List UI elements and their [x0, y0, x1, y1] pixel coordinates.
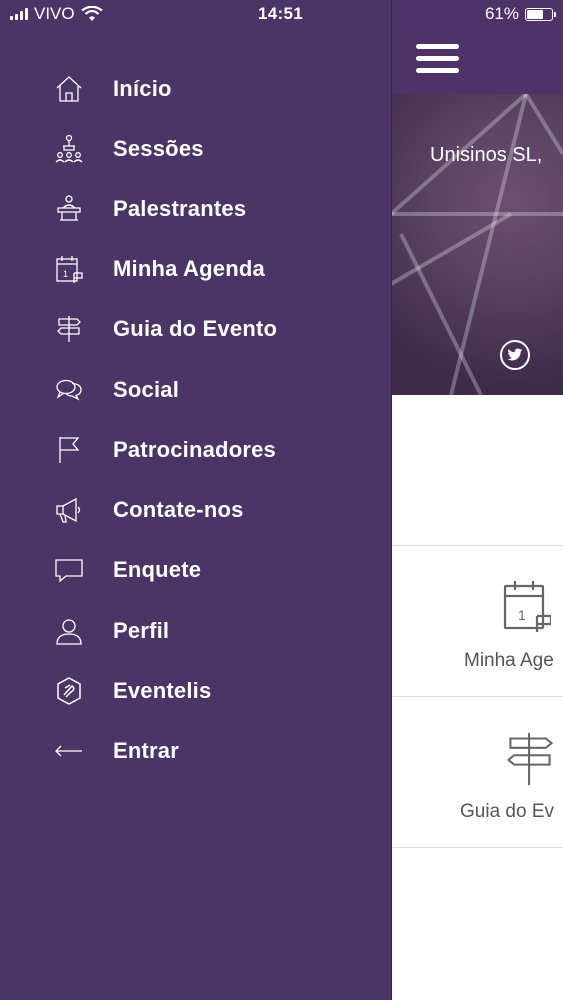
- menu-item-sessoes[interactable]: Sessões: [0, 123, 391, 175]
- divider: [391, 847, 563, 848]
- cellular-signal-icon: [10, 8, 28, 20]
- menu-item-minha-agenda[interactable]: 1 Minha Agenda: [0, 243, 391, 295]
- navigation-drawer: Início Sessões Palestrantes 1 Minha Agen…: [0, 0, 392, 1000]
- organizer-name: Unisinos SL,: [430, 144, 543, 166]
- tile-guia-do-evento[interactable]: Guia do Ev: [391, 697, 563, 847]
- menu-item-palestrantes[interactable]: Palestrantes: [0, 183, 391, 235]
- menu-item-label: Guia do Evento: [113, 316, 278, 341]
- chat-bubbles-icon: [53, 374, 85, 406]
- signpost-icon: [506, 732, 554, 786]
- tile-label: Minha Age: [464, 650, 554, 671]
- menu-item-inicio[interactable]: Início: [0, 63, 391, 115]
- menu-item-label: Enquete: [113, 557, 202, 582]
- battery-percent: 61%: [484, 4, 519, 23]
- megaphone-icon: [53, 494, 85, 526]
- calendar-icon: 1: [503, 581, 551, 632]
- menu-item-label: Social: [113, 377, 180, 402]
- home-icon: [53, 73, 85, 105]
- status-time: 14:51: [258, 4, 303, 23]
- user-icon: [53, 615, 85, 647]
- menu-item-enquete[interactable]: Enquete: [0, 544, 391, 596]
- menu-item-contate-nos[interactable]: Contate-nos: [0, 484, 391, 536]
- svg-text:1: 1: [63, 269, 68, 279]
- menu-item-label: Sessões: [113, 136, 204, 161]
- eventelis-logo-icon: [53, 675, 85, 707]
- twitter-icon[interactable]: [500, 340, 530, 370]
- event-banner: Unisinos SL,: [391, 94, 563, 395]
- status-bar: VIVO 14:51 61%: [0, 0, 563, 28]
- menu-item-eventelis[interactable]: Eventelis: [0, 665, 391, 717]
- svg-text:1: 1: [518, 607, 526, 623]
- menu-item-label: Patrocinadores: [113, 437, 276, 462]
- tile-minha-agenda[interactable]: 1 Minha Age: [391, 546, 563, 696]
- speaker-icon: [53, 193, 85, 225]
- menu-item-patrocinadores[interactable]: Patrocinadores: [0, 424, 391, 476]
- hamburger-menu-icon[interactable]: [416, 44, 459, 76]
- arrow-left-icon: [53, 735, 85, 767]
- flag-icon: [53, 434, 85, 466]
- signpost-icon: [53, 313, 85, 345]
- banner-pattern: [391, 94, 563, 395]
- menu-item-label: Eventelis: [113, 678, 212, 703]
- calendar-icon: 1: [53, 253, 85, 285]
- carrier-name: VIVO: [34, 4, 75, 23]
- sessions-icon: [53, 133, 85, 165]
- main-content: Unisinos SL, 1 Minha Age Guia do Ev: [391, 0, 563, 1000]
- menu-item-label: Início: [113, 76, 172, 101]
- menu-item-label: Contate-nos: [113, 497, 244, 522]
- menu-item-entrar[interactable]: Entrar: [0, 725, 391, 777]
- menu-item-guia-do-evento[interactable]: Guia do Evento: [0, 303, 391, 355]
- menu-item-social[interactable]: Social: [0, 364, 391, 416]
- wifi-icon: [80, 6, 103, 21]
- battery-icon: [525, 7, 556, 21]
- menu-item-label: Palestrantes: [113, 196, 247, 221]
- menu-item-label: Minha Agenda: [113, 256, 265, 281]
- menu-item-perfil[interactable]: Perfil: [0, 605, 391, 657]
- menu-item-label: Entrar: [113, 738, 179, 763]
- menu-item-label: Perfil: [113, 618, 170, 643]
- tile-label: Guia do Ev: [460, 801, 554, 822]
- comment-icon: [53, 554, 85, 586]
